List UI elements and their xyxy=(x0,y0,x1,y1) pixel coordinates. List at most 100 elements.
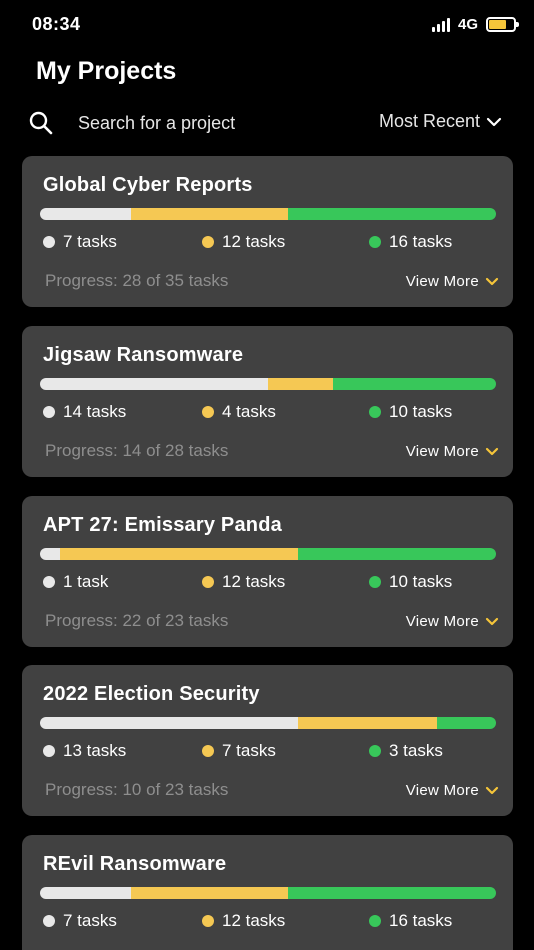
green-dot-icon xyxy=(369,406,381,418)
chevron-down-icon xyxy=(485,613,499,630)
count-label: 4 tasks xyxy=(222,402,276,421)
progress-bar xyxy=(40,717,496,729)
progress-segment-in-progress xyxy=(131,887,288,899)
sort-label: Most Recent xyxy=(378,111,480,131)
progress-segment-in-progress xyxy=(297,717,437,729)
project-title: Jigsaw Ransomware xyxy=(43,344,244,366)
count-done: 16 tasks xyxy=(369,911,452,931)
count-not-started: 7 tasks xyxy=(43,911,117,931)
count-in-progress: 7 tasks xyxy=(202,741,276,761)
gray-dot-icon xyxy=(43,236,55,248)
count-label: 16 tasks xyxy=(389,911,453,930)
progress-segment-not-started xyxy=(40,887,132,899)
count-done: 3 tasks xyxy=(369,741,443,761)
chevron-down-icon xyxy=(485,273,499,290)
yellow-dot-icon xyxy=(202,915,214,927)
project-card[interactable]: REvil Ransomware 7 tasks 12 tasks 16 tas… xyxy=(22,835,513,950)
task-counts: 13 tasks 7 tasks 3 tasks xyxy=(22,741,513,763)
count-in-progress: 4 tasks xyxy=(202,402,276,422)
progress-segment-not-started xyxy=(40,717,298,729)
gray-dot-icon xyxy=(43,406,55,418)
count-label: 3 tasks xyxy=(389,741,443,760)
count-label: 10 tasks xyxy=(389,572,453,591)
count-done: 16 tasks xyxy=(369,232,452,252)
network-type: 4G xyxy=(457,16,478,33)
progress-segment-in-progress xyxy=(59,548,298,560)
view-more-button[interactable]: View More xyxy=(406,443,499,460)
chevron-down-icon xyxy=(485,782,499,799)
project-title: 2022 Election Security xyxy=(43,683,260,705)
progress-text: Progress: 14 of 28 tasks xyxy=(45,441,229,460)
view-more-button[interactable]: View More xyxy=(406,782,499,799)
count-done: 10 tasks xyxy=(369,402,452,422)
project-card[interactable]: Jigsaw Ransomware 14 tasks 4 tasks 10 ta… xyxy=(22,326,513,477)
progress-bar xyxy=(40,378,496,390)
page-title: My Projects xyxy=(36,57,177,85)
progress-bar xyxy=(40,208,496,220)
yellow-dot-icon xyxy=(202,745,214,757)
green-dot-icon xyxy=(369,745,381,757)
search-icon[interactable] xyxy=(28,110,54,136)
green-dot-icon xyxy=(369,236,381,248)
gray-dot-icon xyxy=(43,745,55,757)
count-label: 10 tasks xyxy=(389,402,453,421)
battery-level xyxy=(489,20,506,29)
progress-segment-done xyxy=(333,378,496,390)
progress-segment-done xyxy=(297,548,496,560)
view-more-label: View More xyxy=(405,782,479,799)
yellow-dot-icon xyxy=(202,576,214,588)
view-more-button[interactable]: View More xyxy=(406,273,499,290)
progress-bar xyxy=(40,548,496,560)
progress-text: Progress: 22 of 23 tasks xyxy=(45,611,229,630)
progress-bar xyxy=(40,887,496,899)
project-card[interactable]: 2022 Election Security 13 tasks 7 tasks … xyxy=(22,665,513,816)
progress-segment-done xyxy=(287,208,496,220)
count-label: 7 tasks xyxy=(63,232,117,251)
gray-dot-icon xyxy=(43,915,55,927)
view-more-label: View More xyxy=(405,613,479,630)
sort-dropdown[interactable]: Most Recent xyxy=(379,111,502,132)
progress-segment-not-started xyxy=(40,548,60,560)
yellow-dot-icon xyxy=(202,406,214,418)
count-not-started: 1 task xyxy=(43,572,108,592)
count-label: 12 tasks xyxy=(222,232,286,251)
progress-segment-in-progress xyxy=(131,208,288,220)
count-label: 1 task xyxy=(63,572,109,591)
chevron-down-icon xyxy=(486,111,502,132)
chevron-down-icon xyxy=(485,443,499,460)
green-dot-icon xyxy=(369,915,381,927)
task-counts: 7 tasks 12 tasks 16 tasks xyxy=(22,232,513,254)
progress-segment-not-started xyxy=(40,378,268,390)
task-counts: 14 tasks 4 tasks 10 tasks xyxy=(22,402,513,424)
view-more-label: View More xyxy=(405,273,479,290)
count-not-started: 13 tasks xyxy=(43,741,126,761)
task-counts: 7 tasks 12 tasks 16 tasks xyxy=(22,911,513,933)
status-bar: 08:34 4G xyxy=(0,0,534,50)
count-label: 14 tasks xyxy=(63,402,127,421)
task-counts: 1 task 12 tasks 10 tasks xyxy=(22,572,513,594)
count-label: 16 tasks xyxy=(389,232,453,251)
progress-segment-in-progress xyxy=(268,378,334,390)
progress-segment-not-started xyxy=(40,208,132,220)
count-not-started: 14 tasks xyxy=(43,402,126,422)
count-done: 10 tasks xyxy=(369,572,452,592)
battery-icon xyxy=(486,17,519,32)
project-title: APT 27: Emissary Panda xyxy=(43,514,282,536)
count-label: 7 tasks xyxy=(222,741,276,760)
search-bar[interactable]: Search for a project Most Recent xyxy=(28,108,506,138)
project-card[interactable]: APT 27: Emissary Panda 1 task 12 tasks 1… xyxy=(22,496,513,647)
project-title: Global Cyber Reports xyxy=(43,174,253,196)
project-card[interactable]: Global Cyber Reports 7 tasks 12 tasks 16… xyxy=(22,156,513,307)
count-label: 13 tasks xyxy=(63,741,127,760)
progress-segment-done xyxy=(436,717,496,729)
signal-bars-icon xyxy=(431,17,450,32)
gray-dot-icon xyxy=(43,576,55,588)
count-label: 7 tasks xyxy=(63,911,117,930)
search-input[interactable]: Search for a project xyxy=(78,113,235,134)
view-more-button[interactable]: View More xyxy=(406,613,499,630)
count-label: 12 tasks xyxy=(222,911,286,930)
count-in-progress: 12 tasks xyxy=(202,232,285,252)
count-label: 12 tasks xyxy=(222,572,286,591)
yellow-dot-icon xyxy=(202,236,214,248)
count-in-progress: 12 tasks xyxy=(202,911,285,931)
